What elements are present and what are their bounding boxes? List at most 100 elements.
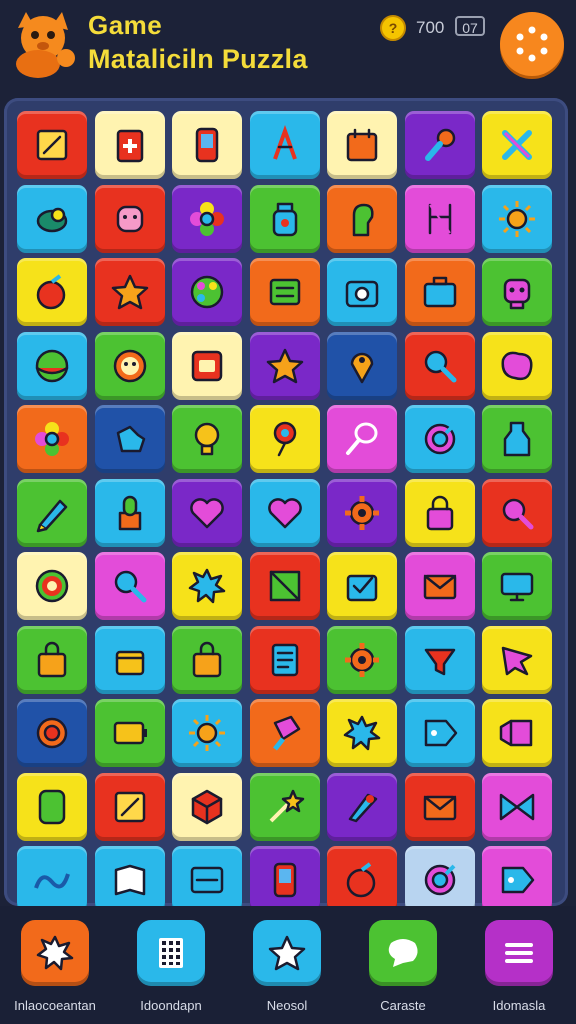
tile[interactable] — [482, 699, 552, 767]
tile[interactable] — [17, 552, 87, 620]
tile[interactable] — [17, 772, 87, 841]
nav-button[interactable] — [21, 920, 89, 986]
tile[interactable] — [94, 111, 165, 179]
tile[interactable] — [249, 111, 320, 179]
nav-item[interactable]: Neosol — [232, 920, 342, 1020]
tile[interactable] — [404, 258, 475, 326]
tile[interactable] — [404, 846, 475, 906]
tile[interactable] — [172, 625, 242, 694]
tile[interactable] — [172, 258, 242, 326]
tile[interactable] — [482, 258, 552, 326]
tile[interactable] — [17, 111, 87, 179]
tile[interactable] — [404, 625, 475, 694]
tile[interactable] — [172, 111, 242, 179]
cube-icon — [191, 789, 223, 824]
tile[interactable] — [249, 331, 320, 400]
chair-icon — [428, 203, 451, 234]
tile[interactable] — [249, 478, 320, 547]
tile[interactable] — [482, 478, 552, 547]
tile[interactable] — [17, 258, 87, 326]
tile[interactable] — [327, 772, 397, 841]
nav-item[interactable]: Inlaocoeantan — [0, 920, 110, 1020]
tile[interactable] — [327, 625, 397, 694]
nav-item[interactable]: Idomasla — [464, 920, 574, 1020]
tile[interactable] — [482, 405, 552, 473]
menu-button[interactable] — [500, 12, 564, 76]
nav-button[interactable] — [137, 920, 205, 986]
tile[interactable] — [482, 625, 552, 694]
tile[interactable] — [482, 552, 552, 620]
tile[interactable] — [172, 478, 242, 547]
tile[interactable] — [94, 772, 165, 841]
nav-button[interactable] — [253, 920, 321, 986]
tile[interactable] — [404, 184, 475, 253]
tile[interactable] — [327, 184, 397, 253]
tile[interactable] — [327, 846, 397, 906]
paint-icon — [272, 715, 300, 751]
tile[interactable] — [327, 111, 397, 179]
tile[interactable] — [482, 184, 552, 253]
nav-button[interactable] — [485, 920, 553, 986]
tile[interactable] — [249, 772, 320, 841]
tile[interactable] — [249, 184, 320, 253]
tile[interactable] — [249, 552, 320, 620]
tile[interactable] — [17, 699, 87, 767]
tile[interactable] — [94, 552, 165, 620]
tile[interactable] — [482, 772, 552, 841]
tile[interactable] — [172, 552, 242, 620]
apple-icon — [346, 862, 376, 898]
tile[interactable] — [327, 552, 397, 620]
tile[interactable] — [404, 331, 475, 400]
tile[interactable] — [17, 184, 87, 253]
tile[interactable] — [249, 846, 320, 906]
tile[interactable] — [404, 772, 475, 841]
tile[interactable] — [327, 699, 397, 767]
tile[interactable] — [94, 699, 165, 767]
tile[interactable] — [482, 846, 552, 906]
tile[interactable] — [94, 478, 165, 547]
cactus-icon — [118, 495, 141, 530]
nav-item[interactable]: Idoondapn — [116, 920, 226, 1020]
heart-icon — [190, 497, 224, 528]
bottle-icon — [503, 421, 531, 457]
tile[interactable] — [249, 699, 320, 767]
tile[interactable] — [94, 625, 165, 694]
tile[interactable] — [404, 111, 475, 179]
tile[interactable] — [172, 699, 242, 767]
tile[interactable] — [172, 405, 242, 473]
tile[interactable] — [482, 111, 552, 179]
tile[interactable] — [17, 405, 87, 473]
tile[interactable] — [327, 331, 397, 400]
tile[interactable] — [404, 405, 475, 473]
tile[interactable] — [17, 478, 87, 547]
nav-item[interactable]: Caraste — [348, 920, 458, 1020]
cross-icon — [502, 130, 532, 160]
tile[interactable] — [404, 699, 475, 767]
briefcase-icon — [423, 276, 456, 308]
tile[interactable] — [94, 846, 165, 906]
tile[interactable] — [94, 184, 165, 253]
nav-button[interactable] — [369, 920, 437, 986]
tile[interactable] — [94, 331, 165, 400]
tile[interactable] — [249, 405, 320, 473]
tile[interactable] — [327, 478, 397, 547]
tile[interactable] — [94, 258, 165, 326]
tile[interactable] — [249, 258, 320, 326]
tile[interactable] — [249, 625, 320, 694]
tile[interactable] — [17, 625, 87, 694]
search-icon — [502, 498, 534, 529]
tile[interactable] — [404, 478, 475, 547]
tile[interactable] — [327, 258, 397, 326]
tile[interactable] — [172, 846, 242, 906]
tile[interactable] — [482, 331, 552, 400]
game-title-line-2: Mataliciln Puzzla — [88, 44, 308, 74]
monitor-icon — [500, 572, 534, 602]
tile[interactable] — [17, 331, 87, 400]
tile[interactable] — [17, 846, 87, 906]
tile[interactable] — [327, 405, 397, 473]
tile[interactable] — [172, 184, 242, 253]
tile[interactable] — [172, 331, 242, 400]
tile[interactable] — [172, 772, 242, 841]
tile[interactable] — [404, 552, 475, 620]
tile[interactable] — [94, 405, 165, 473]
